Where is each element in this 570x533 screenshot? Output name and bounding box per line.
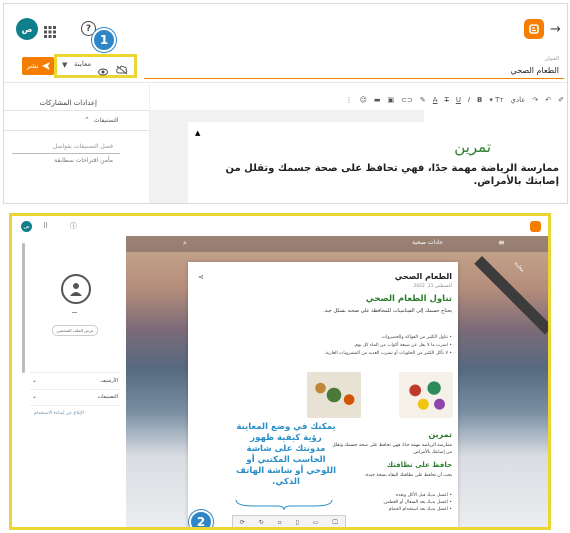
bullet-item: • تناول الكثير من الفواكه والخضروات.: [380, 335, 452, 340]
content-body: ممارسة الرياضة مهمة جدًا، فهي تحافظ على …: [225, 163, 559, 187]
post-title-input[interactable]: الطعام الصحي: [511, 66, 559, 75]
labels-section-title: التصنيفات: [93, 116, 119, 124]
preview-blogger-logo-icon[interactable]: [530, 221, 541, 232]
publish-button[interactable]: نشر: [22, 57, 54, 75]
underline-icon[interactable]: U: [456, 96, 461, 104]
preview-apps-icon[interactable]: ⠿: [43, 222, 48, 230]
phone-icon[interactable]: ▯: [296, 519, 299, 526]
format-toolbar: ⋮ ☺ ▬ ▣ ⊂⊃ ✎ A T U I B ▾ Tт عادي ↷ ↶ ✐: [252, 94, 564, 106]
video-icon[interactable]: ▬: [374, 96, 381, 104]
device-preview-toolbar: ⟳ ↻ ▫ ▯ ▭ 🖵: [232, 515, 346, 527]
post-bullets: • تناول الكثير من الفواكه والخضروات. • ا…: [232, 334, 452, 358]
italic-icon[interactable]: I: [468, 96, 470, 104]
sidebar-scrollbar[interactable]: [22, 243, 25, 373]
bullet-item: • لا تأكل الكثير من الحلويات أو تشرب الع…: [324, 351, 452, 356]
publish-label: نشر: [26, 62, 39, 70]
font-size-dropdown[interactable]: ▾ Tт: [489, 96, 503, 104]
text-cursor-marker: ▲: [195, 129, 201, 137]
report-abuse-link[interactable]: الإبلاغ عن إساءة الاستخدام: [34, 411, 84, 416]
small-screen-icon[interactable]: ▫: [278, 519, 282, 526]
post-heading-exercise: تمرين: [428, 430, 452, 439]
sidebar-divider-2: [4, 130, 149, 131]
chevron-up-icon: ⌃: [84, 116, 90, 124]
blog-header-bar: [126, 236, 548, 252]
paragraph-style-dropdown[interactable]: عادي: [510, 96, 525, 104]
bullet-item: • اغسل يديك بعد استخدام الحمام: [388, 507, 452, 512]
user-avatar[interactable]: ص: [16, 18, 38, 40]
post-heading-hygiene: حافظ على نظافتك: [386, 461, 452, 469]
close-preview-icon[interactable]: ⟳: [240, 519, 245, 526]
blog-title: عادات صحية: [412, 239, 444, 246]
preview-user-avatar[interactable]: ص: [21, 221, 32, 232]
blogger-logo-icon[interactable]: [524, 19, 544, 39]
dropdown-arrow-icon[interactable]: ▼: [62, 61, 67, 69]
healthy-meal-image: [307, 372, 361, 418]
strikethrough-icon[interactable]: T: [445, 96, 449, 104]
undo-icon[interactable]: ↶: [545, 96, 551, 104]
preview-label[interactable]: معاينة: [74, 60, 91, 68]
content-heading: تمرين: [454, 138, 491, 156]
post-intro: يحتاج جسمك إلى الفيتامينات للمحافظة على …: [323, 308, 452, 314]
title-field-label: العنوان: [544, 56, 559, 62]
toolbar-divider: [4, 82, 567, 83]
labels-suggestions-text: مأمن اقتراحات سطابقة: [54, 157, 113, 164]
archive-label: الأرشيف: [100, 377, 118, 384]
bullet-item: • اغسل يديك بعد السعال أو العطس.: [382, 500, 452, 505]
eye-icon[interactable]: [98, 61, 108, 80]
preview-topbar: [12, 216, 548, 237]
callout-badge-2: 2: [189, 510, 213, 527]
fruit-salad-image: [399, 372, 453, 418]
labels-input[interactable]: فصل التصنيفات بفواصل: [53, 143, 113, 150]
sidebar-divider-c: [30, 405, 120, 406]
preview-window: ص ⠿ ⓘ عرض الملف الشخصي ⌄ الأرشيف ⌄ التصن…: [9, 213, 551, 530]
post-heading-eating: تناول الطعام الصحي: [365, 294, 452, 304]
post-date: أغسطس 11, 2022: [413, 284, 452, 289]
blog-menu-icon[interactable]: ≡: [498, 238, 505, 247]
archive-section[interactable]: ⌄ الأرشيف: [32, 377, 118, 384]
bullet-item: • اغسل يديك قبل الأكل وبعده: [395, 493, 452, 498]
cloud-off-icon[interactable]: [116, 60, 128, 79]
view-profile-button[interactable]: عرض الملف الشخصي: [52, 325, 98, 336]
link-icon[interactable]: ⊂⊃: [401, 96, 413, 104]
sidebar-divider-b: [30, 389, 120, 390]
emoji-icon[interactable]: ☺: [360, 96, 367, 104]
device-preview-callout: يمكنك في وضع المعاينة رؤية كيفية ظهور مد…: [236, 422, 336, 487]
bullet-item: • اشرب ما لا يقل عن سبعة أكواب من الماء …: [353, 343, 452, 348]
post-bullets-2: • اغسل يديك قبل الأكل وبعده • اغسل يديك …: [342, 492, 452, 513]
profile-dash: [72, 312, 77, 313]
labels-section[interactable]: ⌄ التصنيفات: [32, 393, 118, 400]
labels-section-toggle[interactable]: ⌃ التصنيفات: [84, 116, 119, 124]
sidebar-divider-a: [30, 372, 120, 373]
apps-grid-icon[interactable]: [44, 23, 56, 38]
post-title: الطعام الصحي: [394, 272, 452, 281]
text-color-icon[interactable]: ✎: [420, 96, 426, 104]
archive-chevron-icon: ⌄: [32, 377, 38, 384]
font-color-icon[interactable]: A: [433, 96, 438, 104]
sidebar-divider: [4, 110, 149, 111]
editor-window: ص ? → 1 ▼ معاينة نشر العنوان الطعام الصح…: [3, 3, 568, 204]
bold-icon[interactable]: B: [477, 96, 482, 104]
desktop-icon[interactable]: 🖵: [332, 519, 338, 527]
callout-badge-1: 1: [92, 28, 116, 52]
more-options-icon[interactable]: ⋮: [346, 96, 353, 104]
edit-mode-icon[interactable]: ✐: [558, 96, 564, 104]
title-underline: [144, 78, 564, 79]
back-arrow-icon[interactable]: →: [550, 22, 561, 37]
profile-avatar-icon: [61, 274, 91, 304]
preview-help-icon[interactable]: ⓘ: [70, 221, 77, 231]
redo-icon[interactable]: ↷: [532, 96, 538, 104]
tablet-icon[interactable]: ▭: [313, 519, 319, 526]
labels-input-underline: [12, 153, 120, 154]
post-settings-title: إعدادات المشاركات: [39, 99, 97, 107]
rotate-icon[interactable]: ↻: [259, 519, 264, 526]
post-exercise-text: ممارسة الرياضة مهمة جدًا، فهي تحافظ على …: [332, 443, 452, 455]
callout-brace-icon: [235, 499, 333, 510]
send-icon: [41, 62, 50, 70]
preview-labels-label: التصنيفات: [97, 393, 118, 400]
image-icon[interactable]: ▣: [388, 96, 395, 104]
blog-search-icon[interactable]: ⌕: [183, 239, 187, 248]
share-icon[interactable]: ⋖: [198, 273, 204, 281]
labels-chevron-icon: ⌄: [32, 393, 38, 400]
